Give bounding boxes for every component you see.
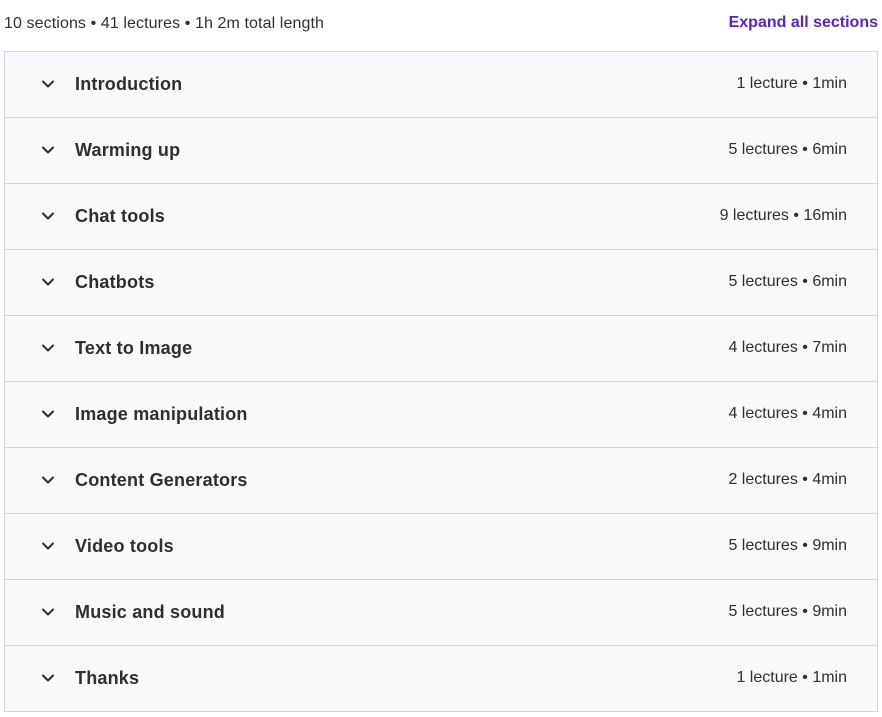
section-meta: 1 lecture • 1min [736,75,847,92]
section-row-warming-up[interactable]: Warming up 5 lectures • 6min [5,118,877,184]
section-row-chat-tools[interactable]: Chat tools 9 lectures • 16min [5,184,877,250]
chevron-down-icon [41,407,55,421]
section-title: Introduction [75,74,183,94]
chevron-down-icon [41,539,55,553]
section-title: Content Generators [75,470,248,490]
chevron-down-icon [41,341,55,355]
section-row-image-manipulation[interactable]: Image manipulation 4 lectures • 4min [5,382,877,448]
section-title: Image manipulation [75,404,248,424]
chevron-down-icon [41,671,55,685]
section-row-thanks[interactable]: Thanks 1 lecture • 1min [5,646,877,711]
section-title: Music and sound [75,602,226,622]
section-row-chatbots[interactable]: Chatbots 5 lectures • 6min [5,250,877,316]
section-meta: 5 lectures • 6min [728,141,847,158]
section-row-music-and-sound[interactable]: Music and sound 5 lectures • 9min [5,580,877,646]
section-title: Warming up [75,140,181,160]
section-meta: 9 lectures • 16min [719,207,847,224]
section-row-text-to-image[interactable]: Text to Image 4 lectures • 7min [5,316,877,382]
section-meta: 2 lectures • 4min [728,471,847,488]
section-meta: 4 lectures • 7min [728,339,847,356]
chevron-down-icon [41,473,55,487]
section-meta: 5 lectures • 6min [728,273,847,290]
section-meta: 4 lectures • 4min [728,405,847,422]
chevron-down-icon [41,209,55,223]
chevron-down-icon [41,275,55,289]
course-summary: 10 sections • 41 lectures • 1h 2m total … [4,15,324,32]
section-title: Video tools [75,536,174,556]
section-title: Text to Image [75,338,193,358]
chevron-down-icon [41,605,55,619]
section-meta: 5 lectures • 9min [728,603,847,620]
curriculum-header: 10 sections • 41 lectures • 1h 2m total … [0,0,882,50]
section-title: Thanks [75,668,140,688]
chevron-down-icon [41,143,55,157]
section-title: Chat tools [75,206,165,226]
sections-accordion: Introduction 1 lecture • 1min Warming up… [4,51,878,712]
section-meta: 5 lectures • 9min [728,537,847,554]
section-row-content-generators[interactable]: Content Generators 2 lectures • 4min [5,448,877,514]
section-title: Chatbots [75,272,155,292]
expand-all-sections-button[interactable]: Expand all sections [729,14,878,32]
section-row-video-tools[interactable]: Video tools 5 lectures • 9min [5,514,877,580]
chevron-down-icon [41,77,55,91]
section-meta: 1 lecture • 1min [736,669,847,686]
section-row-introduction[interactable]: Introduction 1 lecture • 1min [5,52,877,118]
